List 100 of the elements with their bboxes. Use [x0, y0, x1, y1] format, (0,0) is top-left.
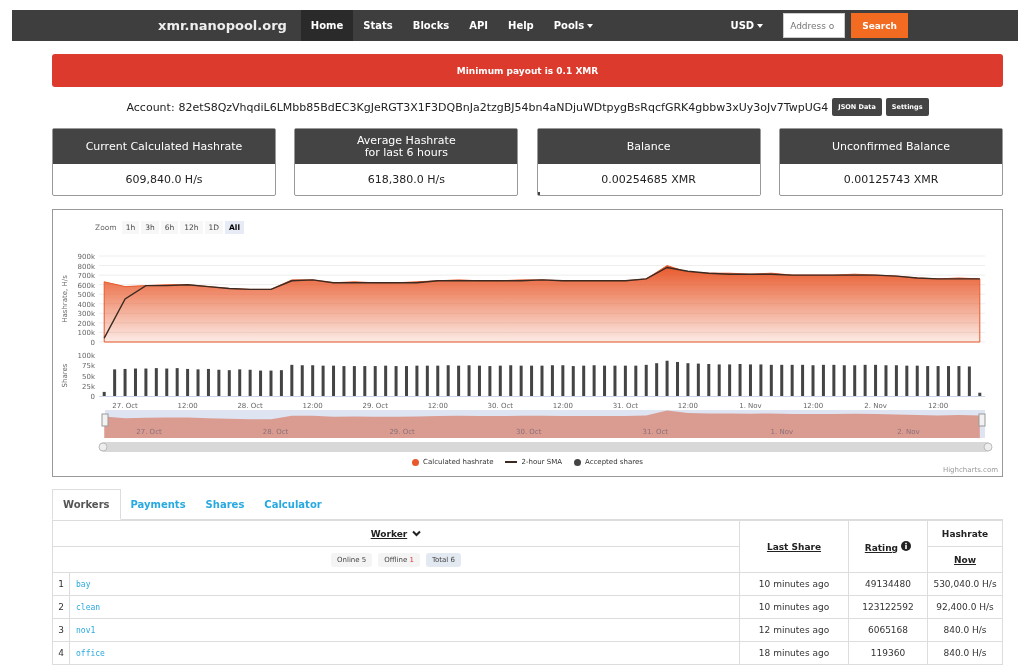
shares-bar [446, 365, 450, 396]
info-icon[interactable] [901, 540, 912, 551]
worker-column-header[interactable]: Worker [370, 528, 408, 539]
shares-bar [269, 370, 273, 396]
shares-bar [165, 368, 169, 396]
shares-bar [477, 365, 481, 396]
table-cell: 12 minutes ago [739, 618, 849, 642]
shares-bar [248, 369, 252, 396]
account-address: 82etS8QzVhqdiL6LMbb85BdEC3KgJeRGT3X1F3DQBnJa2tzgBJ54bn4aNDjuWDtpygBsRqcfGRK4gbbw3xUy3oJv7TwpUG4 [178, 100, 829, 114]
shares-bar [821, 364, 825, 396]
shares-bar [352, 366, 356, 396]
shares-bar [738, 364, 742, 396]
table-cell: 49134480 [848, 572, 928, 596]
shares-bar [769, 364, 773, 396]
shares-bar [259, 370, 263, 396]
table-cell: 10 minutes ago [739, 572, 849, 596]
shares-bar [582, 365, 586, 396]
shares-bar [832, 364, 836, 396]
row-number: 3 [52, 618, 70, 642]
last-share-column-header[interactable]: Last Share [766, 541, 822, 552]
shares-bar [613, 365, 617, 396]
shares-bar [561, 365, 565, 396]
shares-bar [905, 365, 909, 396]
card-value: 618,380.0 H/s [367, 173, 445, 186]
shares-bar [978, 392, 982, 396]
shares-bar [113, 369, 117, 396]
shares-bar [102, 391, 106, 396]
shares-bar [290, 364, 294, 396]
nav-item[interactable]: Blocks [402, 10, 460, 41]
rating-column-header[interactable]: Rating [864, 542, 899, 553]
shares-bar [425, 365, 429, 396]
shares-bar [373, 366, 377, 396]
currency-dropdown[interactable]: USD [720, 10, 774, 41]
shares-bar [592, 365, 596, 396]
account-label: Account: [126, 100, 175, 114]
card-title: Current Calculated Hashrate [53, 129, 275, 164]
shares-bar [571, 366, 575, 396]
shares-bar [206, 368, 210, 396]
shares-bar [144, 368, 148, 396]
nav-item[interactable]: API [459, 10, 499, 41]
table-cell: 840.0 H/s [927, 618, 1003, 642]
chevron-down-icon[interactable] [412, 529, 422, 537]
table-cell: 6065168 [848, 618, 928, 642]
shares-bar [342, 366, 346, 396]
shares-bar [707, 364, 711, 396]
table-cell: 10 minutes ago [739, 595, 849, 619]
shares-bar [279, 370, 283, 396]
shares-bar [947, 366, 950, 396]
shares-bar [644, 364, 648, 396]
table-cell: 840.0 H/s [927, 641, 1003, 665]
shares-bar [196, 369, 200, 396]
shares-bar [488, 366, 492, 396]
shares-bar [926, 366, 930, 396]
tab[interactable]: Workers [52, 489, 121, 520]
shares-bar [154, 368, 158, 396]
card-value: 609,840.0 H/s [125, 173, 203, 186]
caret-down-icon[interactable] [757, 23, 764, 28]
payout-alert: Minimum payout is 0.1 XMR [52, 54, 1003, 87]
table-cell: 18 minutes ago [739, 641, 849, 665]
shares-bar [540, 365, 544, 396]
table-cell: 92,400.0 H/s [927, 595, 1003, 619]
table-cell: 530,040.0 H/s [927, 572, 1003, 596]
shares-bar [186, 368, 190, 396]
shares-bar [123, 368, 127, 396]
caret-down-icon[interactable] [587, 23, 594, 28]
shares-bar [759, 364, 763, 396]
shares-bar [634, 365, 638, 396]
shares-bar [321, 365, 325, 396]
nav-item[interactable]: Home [300, 10, 354, 41]
shares-bar [363, 366, 367, 396]
shares-bar [457, 365, 461, 396]
shares-bar [332, 365, 336, 396]
card-value: 0.00254685 XMR [601, 173, 696, 186]
table-cell: 123122592 [848, 595, 928, 619]
shares-bar [394, 366, 398, 396]
shares-bar [311, 365, 315, 396]
card-title: Balance [537, 129, 760, 164]
shares-bar [967, 366, 971, 396]
hashrate-now-column-header[interactable]: Now [954, 554, 976, 565]
address-search-field[interactable]: Address o [783, 13, 846, 38]
nav-item[interactable]: Stats [353, 10, 403, 41]
shares-bar [300, 365, 304, 396]
site-brand-link[interactable]: xmr.nanopool.org [158, 18, 287, 33]
shares-bar [801, 364, 805, 396]
card-title: Unconfirmed Balance [780, 129, 1002, 164]
shares-bar [915, 365, 919, 396]
shares-bar [467, 365, 471, 396]
hashrate-column-header: Hashrate [941, 528, 989, 539]
nav-item[interactable]: Pools [543, 10, 604, 41]
shares-bar [175, 368, 179, 396]
row-number: 1 [52, 572, 70, 596]
nav-item[interactable]: Help [498, 10, 544, 41]
card-value: 0.00125743 XMR [843, 173, 939, 186]
shares-bar [863, 364, 867, 396]
shares-bar [655, 363, 659, 396]
shares-bar [603, 365, 607, 396]
shares-bar [665, 360, 669, 396]
shares-bar [498, 365, 502, 396]
shares-bar [227, 370, 231, 396]
shares-bar [686, 363, 690, 396]
